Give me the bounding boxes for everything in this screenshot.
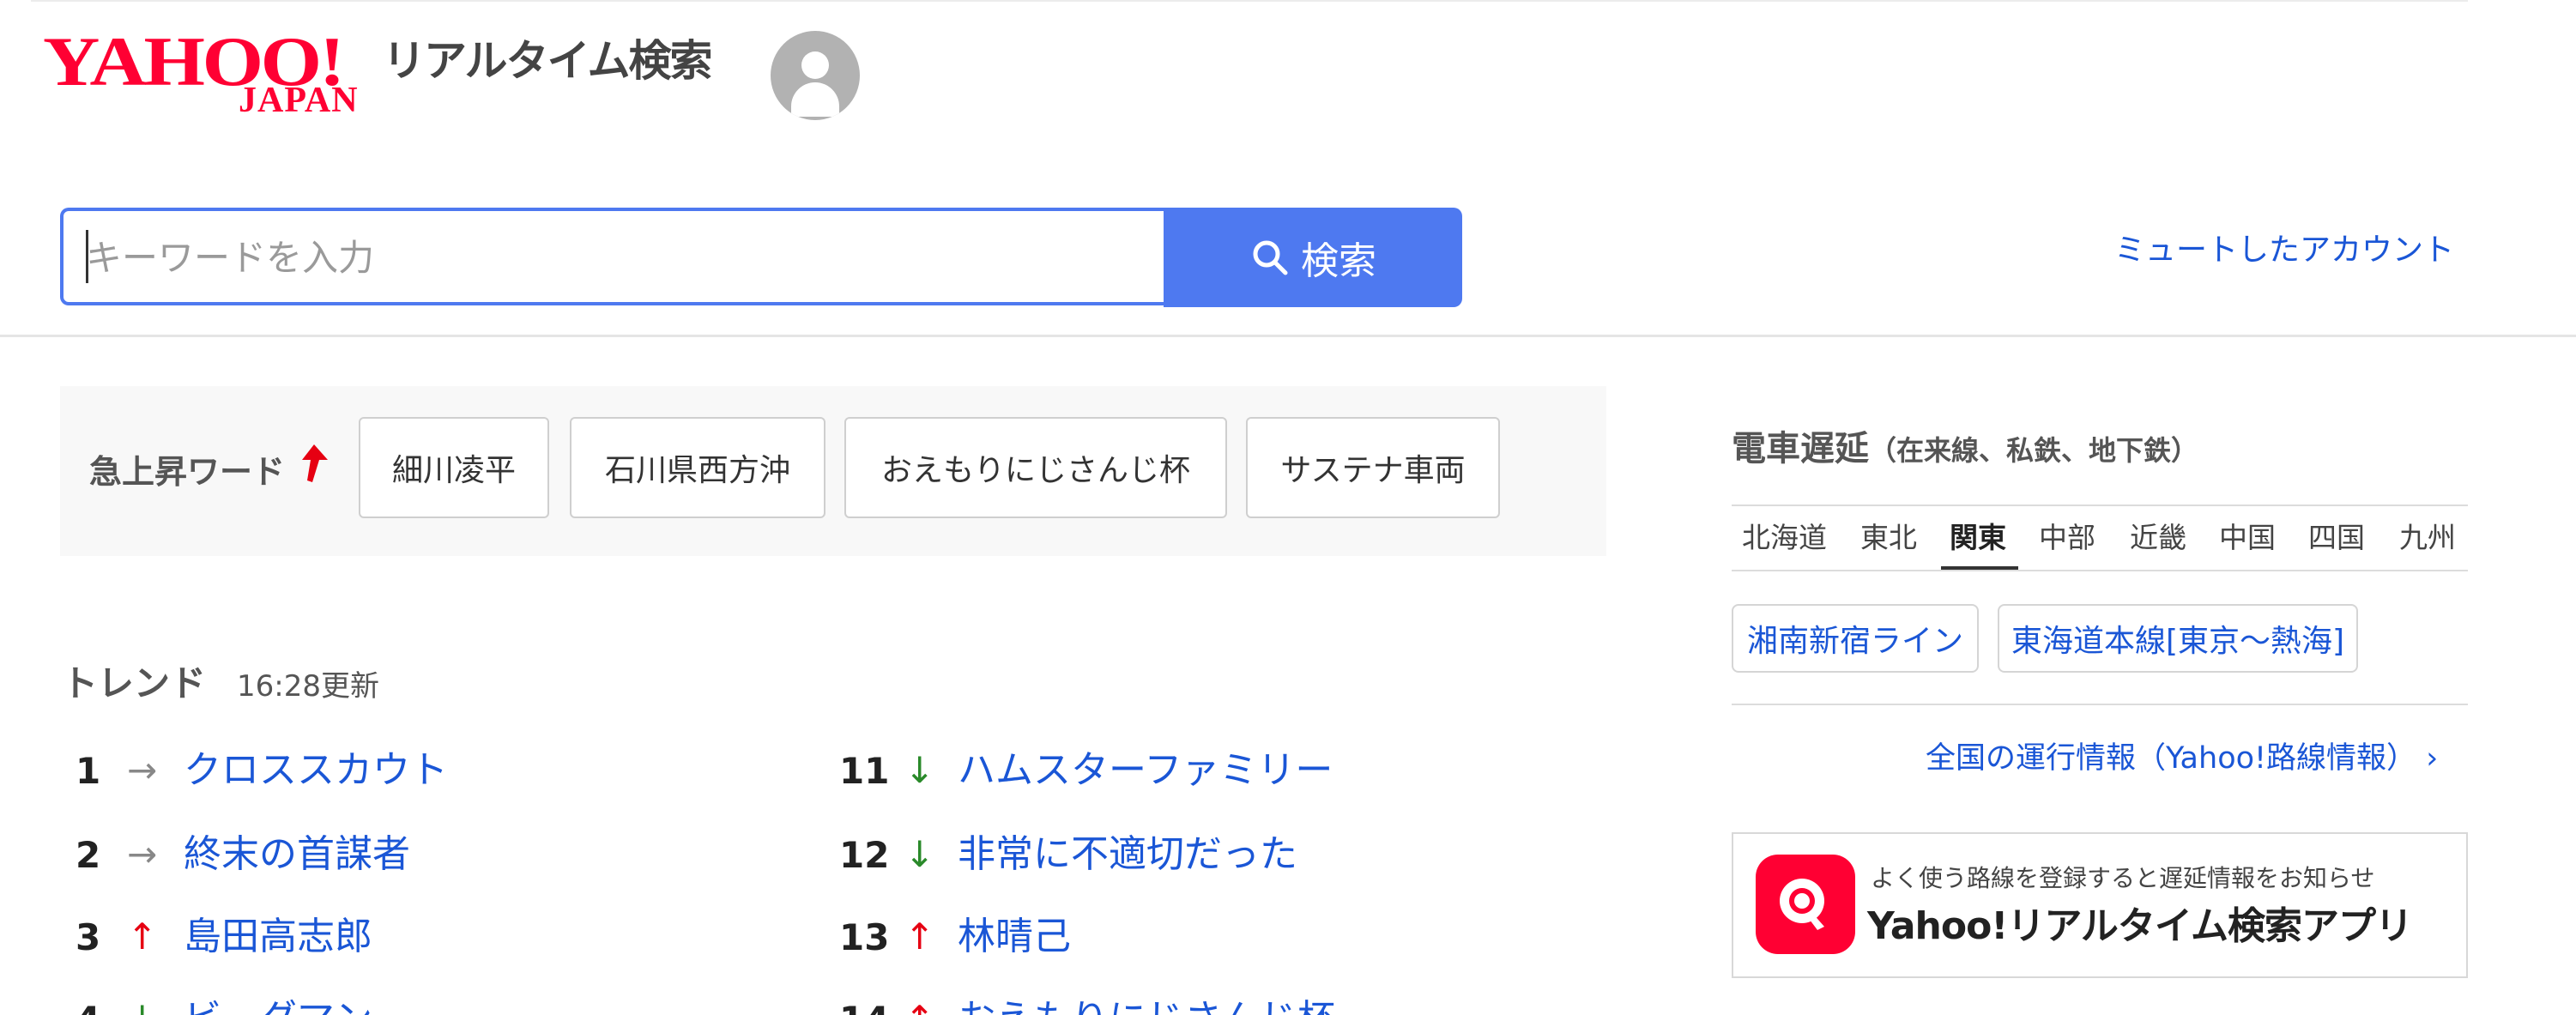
muted-accounts-link[interactable]: ミュートしたアカウント (2114, 225, 2454, 276)
rising-word-chip[interactable]: おえもりにじさんじ杯 (844, 417, 1227, 518)
realtime-search-app-icon (1756, 855, 1855, 954)
region-tab-shikoku[interactable]: 四国 (2308, 511, 2365, 565)
region-tabs-bottom-border (1732, 570, 2468, 571)
region-tab-tohoku[interactable]: 東北 (1860, 511, 1917, 565)
trend-down-arrow-icon: ↓ (904, 833, 935, 875)
region-tab-chubu[interactable]: 中部 (2039, 511, 2095, 565)
avatar-body (791, 82, 839, 117)
trend-rank: 4 (76, 999, 100, 1015)
trend-rank: 14 (839, 999, 889, 1015)
search-input[interactable] (84, 211, 1152, 304)
trend-up-arrow-icon: ↑ (127, 915, 158, 958)
app-promo-caption: よく使う路線を登録すると遅延情報をお知らせ (1871, 864, 2375, 892)
trend-word-link[interactable]: クロススカウト (184, 745, 448, 796)
trend-flat-arrow-icon: → (127, 749, 158, 791)
train-delay-heading: 電車遅延 (1732, 429, 1869, 468)
rising-word-label: サステナ車両 (1280, 453, 1466, 488)
region-tab-kanto[interactable]: 関東 (1950, 511, 2006, 565)
rising-word-label: 石川県西方沖 (604, 453, 790, 488)
trend-title: トレンド (62, 662, 207, 704)
page: YAHOO! JAPAN リアルタイム検索 検索 ミュートしたアカウント 急上昇… (0, 0, 2576, 1015)
trend-word-link[interactable]: ハムスターファミリー (958, 745, 1333, 796)
delayed-line-chip[interactable]: 湘南新宿ライン (1732, 604, 1979, 673)
trend-rank: 1 (76, 749, 101, 792)
trend-item[interactable]: 12 ↓ 非常に不適切だった (839, 820, 1594, 889)
trend-word-link[interactable]: 非常に不適切だった (958, 829, 1297, 880)
region-tab-kyushu[interactable]: 九州 (2399, 511, 2456, 565)
trend-rank: 12 (839, 833, 890, 876)
trend-up-arrow-icon: ↑ (904, 915, 935, 958)
region-tab-kinki[interactable]: 近畿 (2130, 511, 2186, 565)
service-name[interactable]: リアルタイム検索 (383, 31, 712, 91)
avatar-head (801, 51, 829, 79)
trend-word-link[interactable]: ビーダマン (184, 994, 372, 1015)
app-promo-banner[interactable]: よく使う路線を登録すると遅延情報をお知らせ Yahoo!リアルタイム検索アプリ (1732, 832, 2468, 978)
magnifier-q-icon (1780, 879, 1824, 930)
delayed-line-chip[interactable]: 東海道本線[東京～熱海] (1998, 604, 2358, 673)
trend-rank: 3 (76, 915, 101, 958)
logo-subtext: JAPAN (239, 81, 359, 120)
trend-item[interactable]: 2 → 終末の首謀者 (76, 820, 762, 889)
yahoo-japan-logo[interactable]: YAHOO! JAPAN (43, 26, 378, 121)
trend-down-arrow-icon: ↓ (904, 749, 935, 791)
text-caret (86, 230, 88, 283)
chevron-right-icon: › (2426, 741, 2439, 776)
trend-word-link[interactable]: 島田高志郎 (184, 911, 372, 963)
trend-item[interactable]: 1 → クロススカウト (76, 736, 762, 805)
region-tab-chugoku[interactable]: 中国 (2219, 511, 2276, 565)
delayed-line-label: 東海道本線[東京～熱海] (2011, 624, 2345, 659)
trend-item[interactable]: 11 ↓ ハムスターファミリー (839, 736, 1594, 805)
trend-item[interactable]: 3 ↑ 島田高志郎 (76, 903, 762, 971)
rising-word-chip[interactable]: サステナ車両 (1246, 417, 1500, 518)
train-delay-subtitle: （在来線、私鉄、地下鉄） (1869, 434, 2199, 467)
top-border (31, 0, 2468, 2)
nationwide-service-info-link[interactable]: 全国の運行情報（Yahoo!路線情報） › (1926, 733, 2438, 784)
trend-rank: 2 (76, 833, 101, 876)
header-divider (0, 335, 2576, 337)
trend-item[interactable]: 14 ↑ おえもりにじさんじ杯 (839, 985, 1594, 1015)
trend-word-link[interactable]: 終末の首謀者 (184, 829, 410, 880)
trend-updated-time: 16:28更新 (237, 669, 379, 704)
trend-word-link[interactable]: おえもりにじさんじ杯 (958, 994, 1335, 1015)
rising-word-label: 細川凌平 (391, 453, 516, 488)
region-tabs-top-border (1732, 504, 2468, 506)
trend-rank: 13 (839, 915, 890, 958)
delayed-line-label: 湘南新宿ライン (1746, 624, 1963, 659)
rising-word-chip[interactable]: 細川凌平 (359, 417, 549, 518)
trend-word-link[interactable]: 林晴己 (958, 911, 1071, 963)
rising-arrow-icon (302, 444, 328, 482)
user-avatar-icon[interactable] (771, 31, 860, 120)
trend-item[interactable]: 4 ↓ ビーダマン (76, 985, 762, 1015)
rising-words-panel: 急上昇ワード 細川凌平 石川県西方沖 おえもりにじさんじ杯 サステナ車両 (60, 386, 1606, 556)
search-button-label: 検索 (1301, 239, 1376, 283)
trend-up-arrow-icon: ↑ (904, 995, 934, 1015)
rising-word-label: おえもりにじさんじ杯 (880, 453, 1190, 488)
search-icon (1253, 240, 1288, 275)
rising-word-chip[interactable]: 石川県西方沖 (570, 417, 825, 518)
search-box[interactable] (60, 208, 1165, 305)
trend-flat-arrow-icon: → (127, 833, 158, 875)
nationwide-link-label: 全国の運行情報（Yahoo!路線情報） (1926, 741, 2417, 776)
app-promo-name: Yahoo!リアルタイム検索アプリ (1867, 904, 2413, 948)
train-delay-title: 電車遅延（在来線、私鉄、地下鉄） (1732, 419, 2198, 480)
region-tab-hokkaido[interactable]: 北海道 (1742, 511, 1827, 565)
train-delay-divider (1732, 704, 2468, 705)
rising-words-label: 急上昇ワード (89, 453, 286, 491)
trend-rank: 11 (839, 749, 890, 792)
trend-item[interactable]: 13 ↑ 林晴己 (839, 903, 1594, 971)
trend-down-arrow-icon: ↓ (127, 995, 157, 1015)
search-button[interactable]: 検索 (1164, 208, 1462, 307)
